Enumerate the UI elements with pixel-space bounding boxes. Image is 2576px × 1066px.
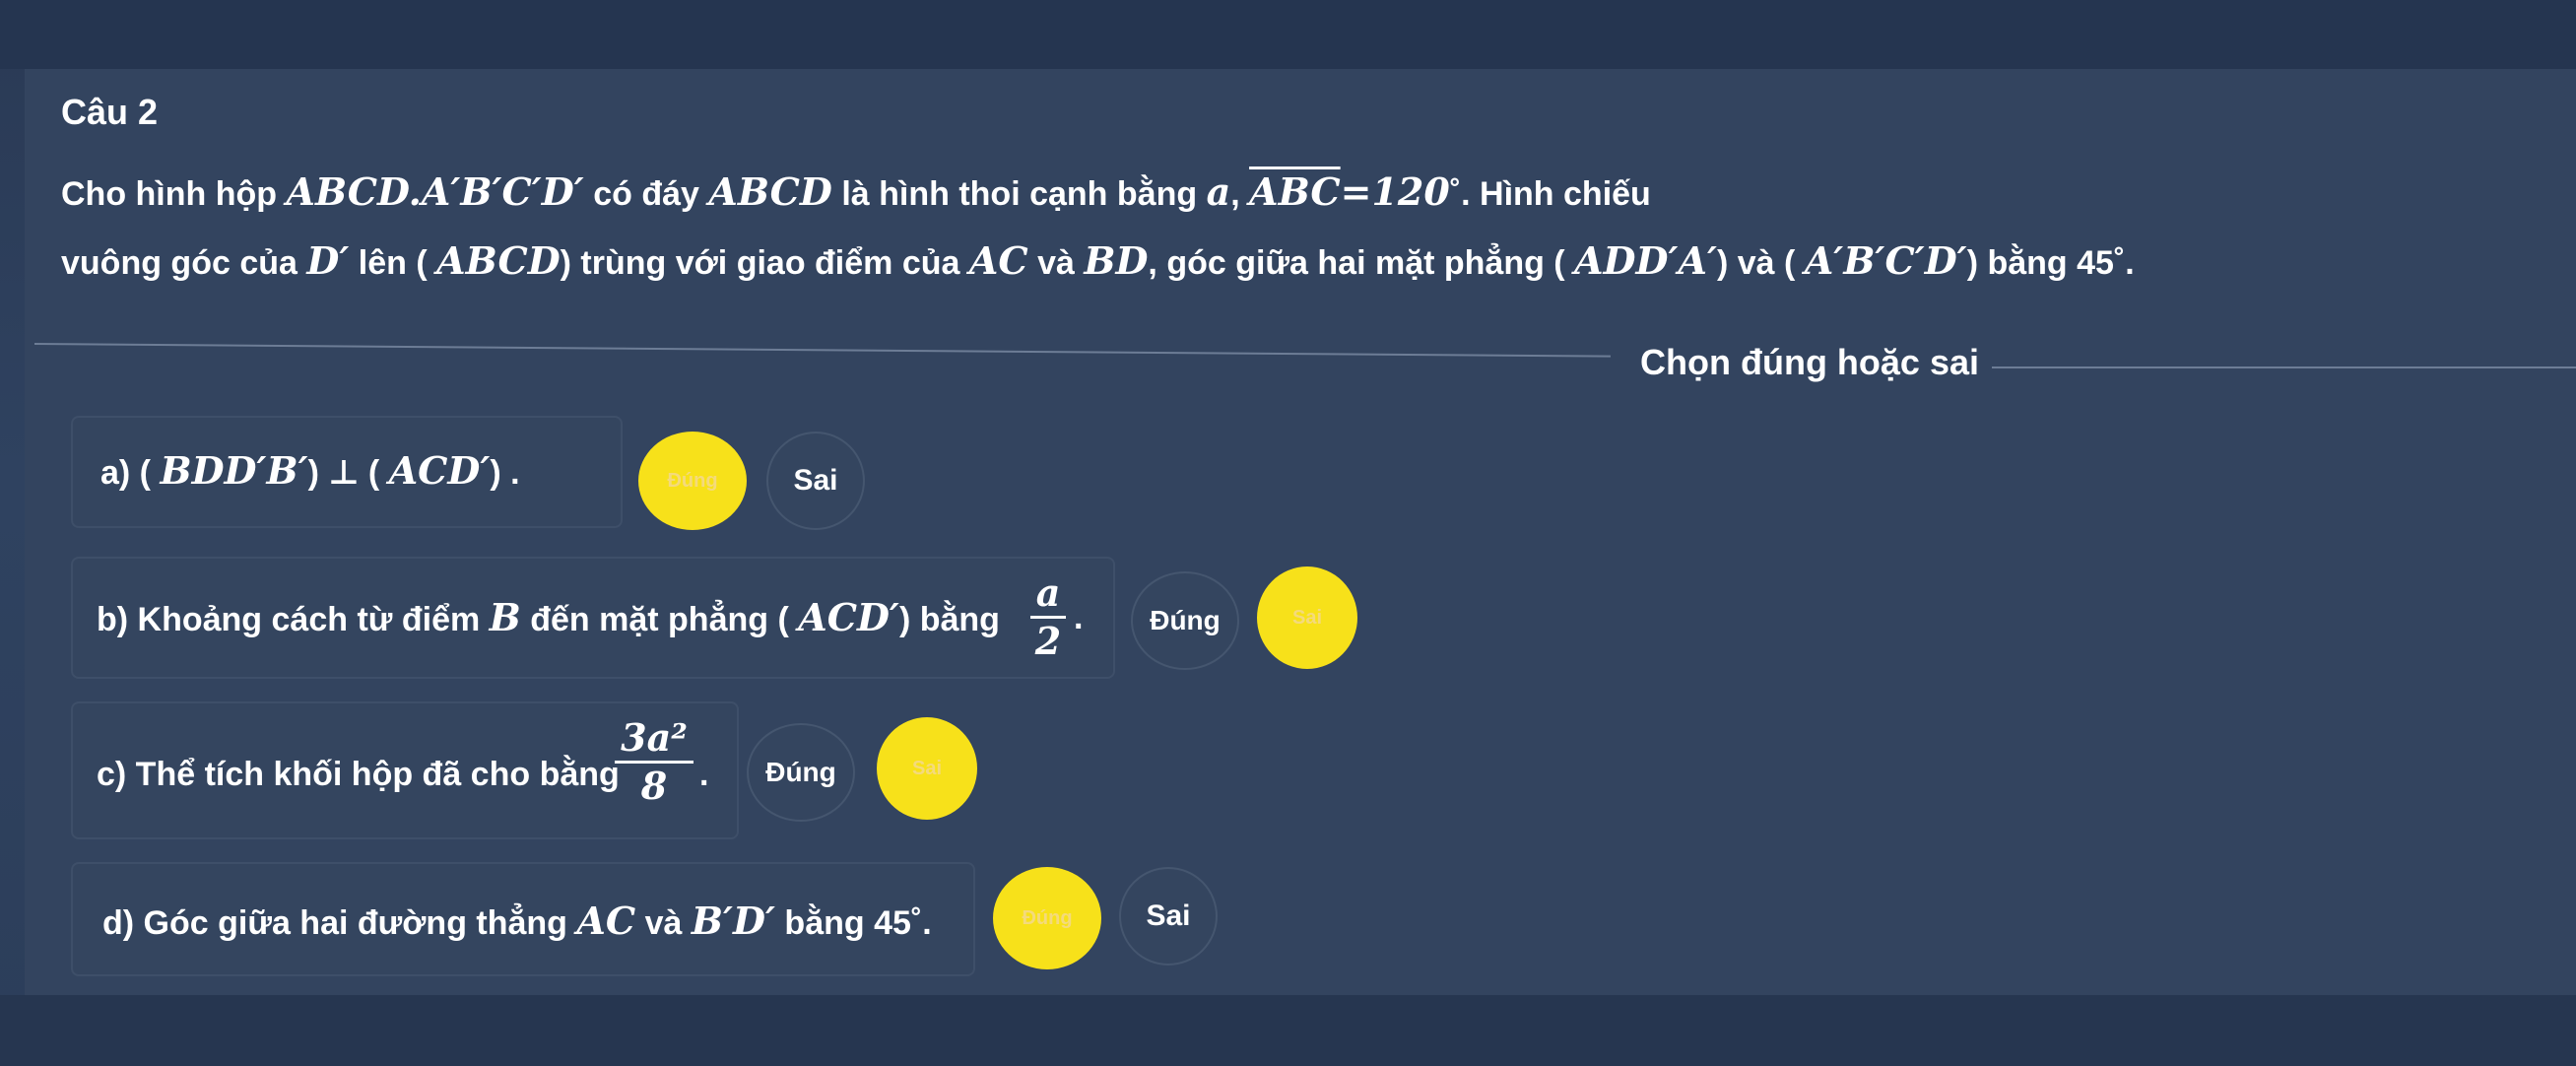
fraction-denominator: 8 xyxy=(640,764,668,808)
true-button-a[interactable]: Đúng xyxy=(638,432,747,530)
statement-item-c: c) Thể tích khối hộp đã cho bằng 3a² 8 . xyxy=(71,701,739,839)
item-text: d) Góc giữa hai đường thẳng AC và B′D′ b… xyxy=(102,901,932,943)
top-band xyxy=(0,0,2576,69)
answer-section-label: Chọn đúng hoặc sai xyxy=(1640,342,1980,382)
question-title: Câu 2 xyxy=(61,92,159,132)
item-math: AC xyxy=(576,899,636,943)
false-button-d[interactable]: Sai xyxy=(1119,867,1218,966)
statement-item-b: b) Khoảng cách từ điểm B đến mặt phẳng (… xyxy=(71,557,1115,679)
item-label: d) Góc giữa hai đường thẳng xyxy=(102,904,577,942)
fraction-a-over-2: a 2 xyxy=(1030,572,1066,662)
item-text: c) Thể tích khối hộp đã cho bằng xyxy=(97,756,620,793)
item-text: b) Khoảng cách từ điểm B đến mặt phẳng (… xyxy=(97,598,1000,639)
item-math: ACD′ xyxy=(798,595,899,639)
statement-math: ADD′A′ xyxy=(1574,238,1717,283)
statement-math: BD xyxy=(1084,238,1149,283)
statement-math: ABCD xyxy=(708,169,832,214)
item-text-part: ) ⊥ ( xyxy=(307,454,389,492)
item-math: BDD′B′ xyxy=(160,448,308,493)
statement-text: có đáy xyxy=(583,175,709,213)
item-text: a) ( BDD′B′) ⊥ ( ACD′) . xyxy=(100,451,520,493)
statement-math: D′ xyxy=(306,238,350,283)
statement-text: ) bằng 45˚. xyxy=(1966,244,2135,282)
question-statement-line-2: vuông góc của D′ lên ( ABCD) trùng với g… xyxy=(61,236,2135,288)
statement-text: , góc giữa hai mặt phẳng ( xyxy=(1148,244,1575,282)
statement-text: ˚. Hình chiếu xyxy=(1449,175,1651,213)
fraction-3a2-over-8: 3a² 8 xyxy=(615,717,694,807)
item-text-end: . xyxy=(699,756,709,793)
item-label: b) Khoảng cách từ điểm xyxy=(97,601,490,638)
false-button-c[interactable]: Sai xyxy=(877,717,977,820)
statement-math-angle: ABC xyxy=(1249,169,1341,214)
item-label: a) ( xyxy=(100,454,161,492)
true-button-d[interactable]: Đúng xyxy=(993,867,1101,969)
true-button-c[interactable]: Đúng xyxy=(747,723,855,822)
bottom-band xyxy=(0,995,2576,1066)
statement-text: vuông góc của xyxy=(61,244,307,282)
item-text-part: đến mặt phẳng ( xyxy=(520,601,799,638)
statement-item-a: a) ( BDD′B′) ⊥ ( ACD′) . xyxy=(71,416,623,528)
statement-text: và xyxy=(1027,244,1085,282)
statement-math: =120 xyxy=(1340,169,1450,214)
item-math: B′D′ xyxy=(691,899,775,943)
true-button-b[interactable]: Đúng xyxy=(1131,571,1239,670)
fraction-denominator: 2 xyxy=(1034,619,1062,663)
item-text-part: ) . xyxy=(490,454,520,492)
statement-math: A′B′C′D′ xyxy=(1804,238,1967,283)
statement-math: AC xyxy=(968,238,1028,283)
false-button-b[interactable]: Sai xyxy=(1257,566,1357,669)
item-text-part: và xyxy=(635,904,692,942)
statement-math: ABCD.A′B′C′D′ xyxy=(286,169,584,214)
statement-text: Cho hình hộp xyxy=(61,175,287,213)
fraction-numerator: 3a² xyxy=(621,715,688,760)
question-statement-line-1: Cho hình hộp ABCD.A′B′C′D′ có đáy ABCD l… xyxy=(61,167,1651,219)
item-math: B xyxy=(489,595,521,639)
item-math: ACD′ xyxy=(388,448,491,493)
divider-line-right xyxy=(1992,366,2576,368)
item-text-part: ) bằng xyxy=(898,601,1000,638)
false-button-a[interactable]: Sai xyxy=(766,432,865,530)
statement-text: lên ( xyxy=(349,244,437,282)
item-text-part: bằng 45˚. xyxy=(774,904,932,942)
statement-math: ABCD xyxy=(436,238,561,283)
statement-math: a xyxy=(1206,169,1231,214)
item-text-end: . xyxy=(1074,599,1084,636)
statement-text: ) và ( xyxy=(1717,244,1805,282)
statement-text: , xyxy=(1230,175,1250,213)
statement-text: là hình thoi cạnh bằng xyxy=(831,175,1207,213)
fraction-numerator: a xyxy=(1035,570,1061,615)
statement-item-d: d) Góc giữa hai đường thẳng AC và B′D′ b… xyxy=(71,862,975,976)
statement-text: ) trùng với giao điểm của xyxy=(560,244,969,282)
